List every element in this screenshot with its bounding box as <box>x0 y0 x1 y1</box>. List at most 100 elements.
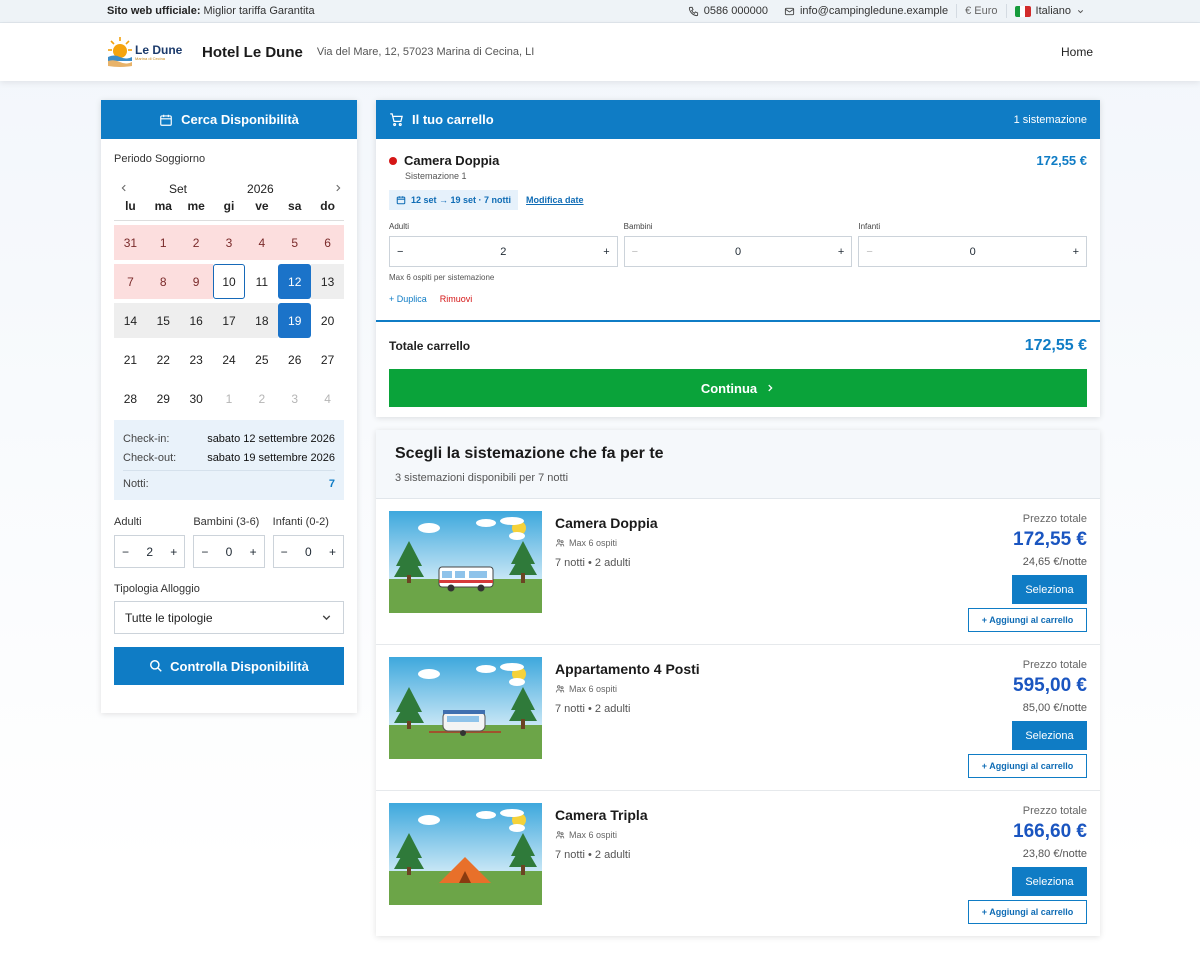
calendar-month[interactable]: Set <box>169 182 187 196</box>
cart-header: Il tuo carrello 1 sistemazione <box>376 100 1100 139</box>
calendar-day[interactable]: 29 <box>147 381 180 416</box>
minus-button[interactable]: − <box>281 545 288 559</box>
calendar-day[interactable]: 27 <box>311 342 344 377</box>
remove-button[interactable]: Rimuovi <box>440 294 473 304</box>
chevron-right-icon <box>768 384 773 392</box>
adults-stepper: − 2 + <box>114 535 186 568</box>
room-card: Camera Tripla Max 6 ospiti 7 notti • 2 adu… <box>376 791 1100 937</box>
cart-adults-label: Adulti <box>389 222 410 231</box>
hotel-name: Hotel Le Dune <box>202 43 303 61</box>
calendar-day[interactable]: 16 <box>179 303 213 338</box>
plus-button[interactable]: + <box>1073 246 1079 258</box>
logo-text: Le Dune Marina di Cecina <box>135 44 182 61</box>
room-price-per-night: 85,00 €/notte <box>1022 702 1087 714</box>
cart-children-value: 0 <box>734 245 742 258</box>
minus-button[interactable]: − <box>397 246 403 258</box>
room-name[interactable]: Camera Tripla <box>555 807 648 823</box>
calendar-day[interactable]: 17 <box>212 303 246 338</box>
select-button[interactable]: Seleziona <box>1012 867 1087 896</box>
prev-month-button[interactable] <box>119 181 129 197</box>
calendar-day: 3 <box>291 391 299 406</box>
language-selector[interactable]: Italiano <box>1007 0 1093 22</box>
cart-icon <box>390 113 403 127</box>
calendar-day[interactable]: 12 <box>278 264 312 299</box>
plus-button[interactable]: + <box>838 246 844 258</box>
italy-flag-icon <box>1014 5 1031 17</box>
minus-button[interactable]: − <box>122 545 129 559</box>
logo-sun-icon <box>108 37 132 67</box>
nights-value: 7 <box>328 477 335 490</box>
calendar-day[interactable]: 20 <box>311 303 344 338</box>
room-total-price: 595,00 € <box>1013 675 1087 696</box>
currency-text: € Euro <box>965 5 998 17</box>
plus-button[interactable]: + <box>250 545 257 559</box>
room-name[interactable]: Appartamento 4 Posti <box>555 661 700 677</box>
calendar-day[interactable]: 22 <box>147 342 180 377</box>
next-month-button[interactable] <box>333 181 343 197</box>
weekday-label: sa <box>288 199 302 213</box>
calendar-year[interactable]: 2026 <box>247 182 274 196</box>
logo[interactable]: Le Dune Marina di Cecina <box>107 34 187 70</box>
room-image[interactable] <box>389 657 542 759</box>
calendar-weekdays: lu ma me gi ve sa do <box>114 199 344 221</box>
calendar-day[interactable]: 18 <box>245 303 279 338</box>
minus-button[interactable]: − <box>632 246 638 258</box>
add-to-cart-button[interactable]: + Aggiungi al carrello <box>968 754 1087 778</box>
cart-total-value: 172,55 € <box>1024 336 1087 354</box>
minus-button[interactable]: − <box>201 545 208 559</box>
calendar-day[interactable]: 28 <box>114 381 147 416</box>
plus-button[interactable]: + <box>603 246 609 258</box>
room-card: Appartamento 4 Posti Max 6 ospiti 7 notti … <box>376 645 1100 791</box>
cart-panel: Il tuo carrello 1 sistemazione Camera Do… <box>376 100 1100 417</box>
calendar-day: 2 <box>179 225 213 260</box>
calendar-day[interactable]: 23 <box>180 342 213 377</box>
children-value: 0 <box>225 544 233 559</box>
check-availability-button[interactable]: Controlla Disponibilità <box>114 647 344 685</box>
add-to-cart-button[interactable]: + Aggiungi al carrello <box>968 900 1087 924</box>
calendar-day: 3 <box>212 225 246 260</box>
weekday-label: lu <box>125 199 136 213</box>
phone-link[interactable]: 0586 000000 <box>680 0 776 22</box>
modify-dates-link[interactable]: Modifica date <box>526 195 584 205</box>
cart-total-section: Totale carrello 172,55 € Continua <box>376 320 1100 407</box>
duplicate-button[interactable]: + Duplica <box>389 294 427 304</box>
price-label: Prezzo totale <box>1022 513 1087 525</box>
availability-search-panel: Cerca Disponibilità Periodo Soggiorno Se… <box>101 100 357 713</box>
room-nights-guests: 7 notti • 2 adulti <box>555 557 631 569</box>
chevron-left-icon <box>121 184 126 192</box>
continue-button[interactable]: Continua <box>389 369 1087 407</box>
calendar-day[interactable]: 21 <box>114 342 147 377</box>
select-button[interactable]: Seleziona <box>1012 575 1087 604</box>
room-image[interactable] <box>389 803 542 905</box>
plus-button[interactable]: + <box>170 545 177 559</box>
cart-infants-stepper: − 0 + <box>858 236 1088 267</box>
calendar-day[interactable]: 11 <box>245 264 278 299</box>
calendar-day[interactable]: 14 <box>114 303 147 338</box>
email-link[interactable]: info@campingledune.example <box>776 0 956 22</box>
room-max-guests: Max 6 ospiti <box>569 830 618 840</box>
room-name[interactable]: Camera Doppia <box>555 515 658 531</box>
calendar-day[interactable]: 10 <box>212 264 246 299</box>
minus-button[interactable]: − <box>866 246 872 258</box>
plus-button[interactable]: + <box>329 545 336 559</box>
infants-stepper: − 0 + <box>272 535 344 568</box>
room-card: Camera Doppia Max 6 ospiti 7 notti • 2 adu… <box>376 499 1100 645</box>
calendar-day[interactable]: 19 <box>278 303 312 338</box>
calendar-day[interactable]: 25 <box>245 342 278 377</box>
calendar-day[interactable]: 15 <box>146 303 180 338</box>
children-stepper: − 0 + <box>193 535 265 568</box>
cart-guest-steppers: Adulti − 2 + Bambini − 0 + Infanti − 0 + <box>389 222 1088 267</box>
room-image[interactable] <box>389 511 542 613</box>
accommodation-type-select[interactable]: Tutte le tipologie <box>114 601 344 634</box>
guests-selectors: Adulti − 2 + Bambini (3-6) − 0 + Infanti… <box>114 516 344 568</box>
calendar-day[interactable]: 26 <box>278 342 311 377</box>
calendar-day[interactable]: 13 <box>311 264 344 299</box>
nav-home-link[interactable]: Home <box>1061 45 1093 59</box>
currency-selector[interactable]: € Euro <box>957 0 1005 22</box>
search-icon <box>150 660 162 672</box>
site-header: Le Dune Marina di Cecina Hotel Le Dune V… <box>0 23 1200 81</box>
add-to-cart-button[interactable]: + Aggiungi al carrello <box>968 608 1087 632</box>
calendar-day[interactable]: 24 <box>213 342 246 377</box>
calendar-day[interactable]: 30 <box>180 381 213 416</box>
select-button[interactable]: Seleziona <box>1012 721 1087 750</box>
